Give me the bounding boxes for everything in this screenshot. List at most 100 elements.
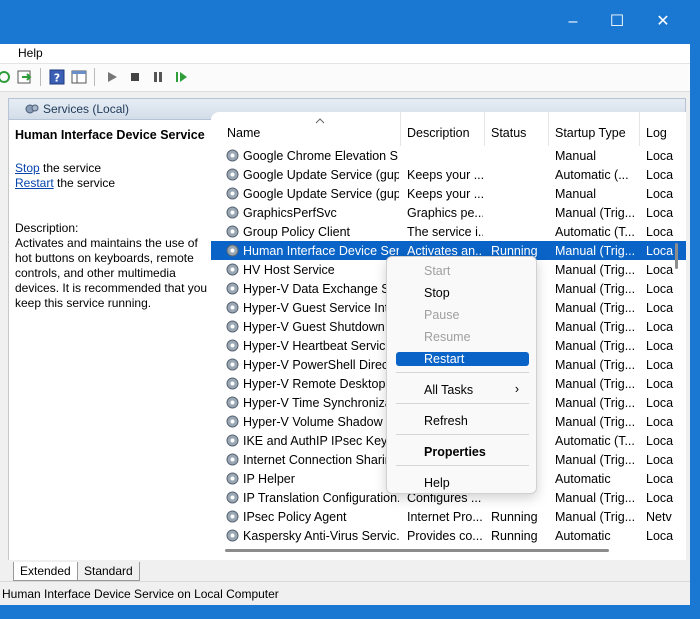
stop-service-icon[interactable]: [127, 69, 143, 85]
stop-link[interactable]: Stop: [15, 161, 40, 175]
service-name: HV Host Service: [243, 263, 335, 277]
table-row[interactable]: Google Update Service (gup... Keeps your …: [211, 184, 686, 203]
service-startup-type: Manual: [555, 187, 596, 201]
column-header-status[interactable]: Status: [485, 112, 549, 146]
service-startup-type: Automatic: [555, 472, 611, 486]
refresh-icon[interactable]: [0, 69, 12, 85]
table-row[interactable]: IPsec Policy Agent Internet Pro... Running…: [211, 507, 686, 526]
menu-item-pause: Pause: [424, 308, 460, 322]
service-gear-icon: [226, 149, 239, 162]
menu-item-refresh[interactable]: Refresh: [396, 414, 529, 428]
menu-item-properties[interactable]: Properties: [396, 445, 529, 459]
column-header-description[interactable]: Description: [401, 112, 485, 146]
view-tabs: Extended Standard: [0, 560, 690, 581]
service-description-cell: The service i...: [407, 225, 483, 239]
column-header-log-on-as[interactable]: Log: [640, 112, 686, 146]
table-row[interactable]: GraphicsPerfSvc Graphics pe... Manual (Tri…: [211, 203, 686, 222]
pause-service-icon[interactable]: [150, 69, 166, 85]
service-startup-type: Automatic: [555, 529, 611, 543]
service-log-on-as: Loca: [646, 320, 674, 334]
service-gear-icon: [226, 225, 239, 238]
service-startup-type: Manual (Trig...: [555, 339, 636, 353]
service-gear-icon: [226, 358, 239, 371]
description-label: Description:: [15, 221, 79, 235]
service-log-on-as: Loca: [646, 168, 674, 182]
service-startup-type: Manual (Trig...: [555, 206, 636, 220]
service-startup-type: Manual (Trig...: [555, 453, 636, 467]
extended-description-pane: Human Interface Device Service Stop the …: [8, 120, 211, 560]
service-log-on-as: Loca: [646, 301, 674, 315]
service-log-on-as: Loca: [646, 434, 674, 448]
service-log-on-as: Loca: [646, 377, 674, 391]
service-name: Hyper-V Volume Shadow C: [243, 415, 396, 429]
toolbar-separator: [94, 68, 95, 86]
table-row[interactable]: Google Chrome Elevation S... Manual Loca: [211, 146, 686, 165]
vertical-scrollbar[interactable]: [675, 243, 678, 269]
menu-item-all-tasks[interactable]: All Tasks ›: [396, 382, 529, 397]
title-bar: – ☐ ✕: [0, 0, 700, 44]
service-gear-icon: [226, 263, 239, 276]
service-status: Running: [491, 529, 538, 543]
service-gear-icon: [226, 529, 239, 542]
restart-action: Restart the service: [15, 176, 115, 190]
service-name: Google Chrome Elevation S...: [243, 149, 399, 163]
service-log-on-as: Loca: [646, 206, 674, 220]
menu-bar: Help: [0, 44, 700, 64]
export-list-icon[interactable]: [17, 69, 33, 85]
column-header-startup-type[interactable]: Startup Type: [549, 112, 640, 146]
table-row[interactable]: Kaspersky Anti-Virus Servic... Provides c…: [211, 526, 686, 545]
column-description-label: Description: [407, 126, 470, 140]
menu-help[interactable]: Help: [18, 46, 43, 60]
start-service-icon[interactable]: [104, 69, 120, 85]
show-hide-pane-icon[interactable]: [71, 69, 87, 85]
service-startup-type: Manual (Trig...: [555, 415, 636, 429]
menu-item-restart[interactable]: Restart: [396, 352, 529, 366]
help-icon[interactable]: ?: [49, 69, 65, 85]
restart-service-icon[interactable]: [173, 69, 189, 85]
service-startup-type: Automatic (T...: [555, 225, 635, 239]
close-button[interactable]: ✕: [645, 10, 681, 34]
tab-extended[interactable]: Extended: [13, 562, 78, 581]
sort-ascending-icon: [315, 118, 325, 124]
service-name: Hyper-V Guest Shutdown S: [243, 320, 397, 334]
column-status-label: Status: [491, 126, 527, 140]
table-row[interactable]: Group Policy Client The service i... Autom…: [211, 222, 686, 241]
service-startup-type: Manual (Trig...: [555, 396, 636, 410]
service-gear-icon: [226, 453, 239, 466]
service-name: Hyper-V Time Synchronizat: [243, 396, 396, 410]
menu-item-stop[interactable]: Stop: [396, 286, 529, 300]
service-name: Human Interface Device Ser...: [243, 244, 399, 258]
service-log-on-as: Loca: [646, 396, 674, 410]
service-gear-icon: [226, 472, 239, 485]
service-log-on-as: Loca: [646, 491, 674, 505]
horizontal-scrollbar[interactable]: [225, 549, 609, 552]
service-description-cell: Provides co...: [407, 529, 483, 543]
minimize-button[interactable]: –: [555, 10, 591, 34]
service-name: Google Update Service (gup...: [243, 168, 399, 182]
service-gear-icon: [226, 282, 239, 295]
menu-item-help[interactable]: Help: [396, 476, 529, 490]
svg-text:?: ?: [54, 72, 60, 85]
maximize-button[interactable]: ☐: [599, 10, 635, 34]
table-row[interactable]: Google Update Service (gup... Keeps your …: [211, 165, 686, 184]
column-header-name[interactable]: Name: [221, 112, 401, 146]
service-name: Google Update Service (gup...: [243, 187, 399, 201]
service-gear-icon: [226, 339, 239, 352]
service-name: IPsec Policy Agent: [243, 510, 347, 524]
menu-separator: [396, 434, 529, 435]
menu-separator: [396, 372, 529, 373]
restart-link[interactable]: Restart: [15, 176, 54, 190]
desktop-background: [0, 605, 700, 619]
desktop-background: [690, 44, 700, 619]
service-startup-type: Automatic (...: [555, 168, 629, 182]
column-startup-label: Startup Type: [555, 126, 626, 140]
restart-suffix: the service: [53, 176, 116, 190]
service-gear-icon: [226, 206, 239, 219]
service-startup-type: Manual (Trig...: [555, 301, 636, 315]
tab-standard[interactable]: Standard: [77, 562, 140, 581]
service-name: IKE and AuthIP IPsec Keying: [243, 434, 399, 448]
services-icon: [25, 104, 39, 114]
service-name: Hyper-V Remote Desktop V: [243, 377, 398, 391]
service-log-on-as: Netv: [646, 510, 672, 524]
service-status: Running: [491, 510, 538, 524]
